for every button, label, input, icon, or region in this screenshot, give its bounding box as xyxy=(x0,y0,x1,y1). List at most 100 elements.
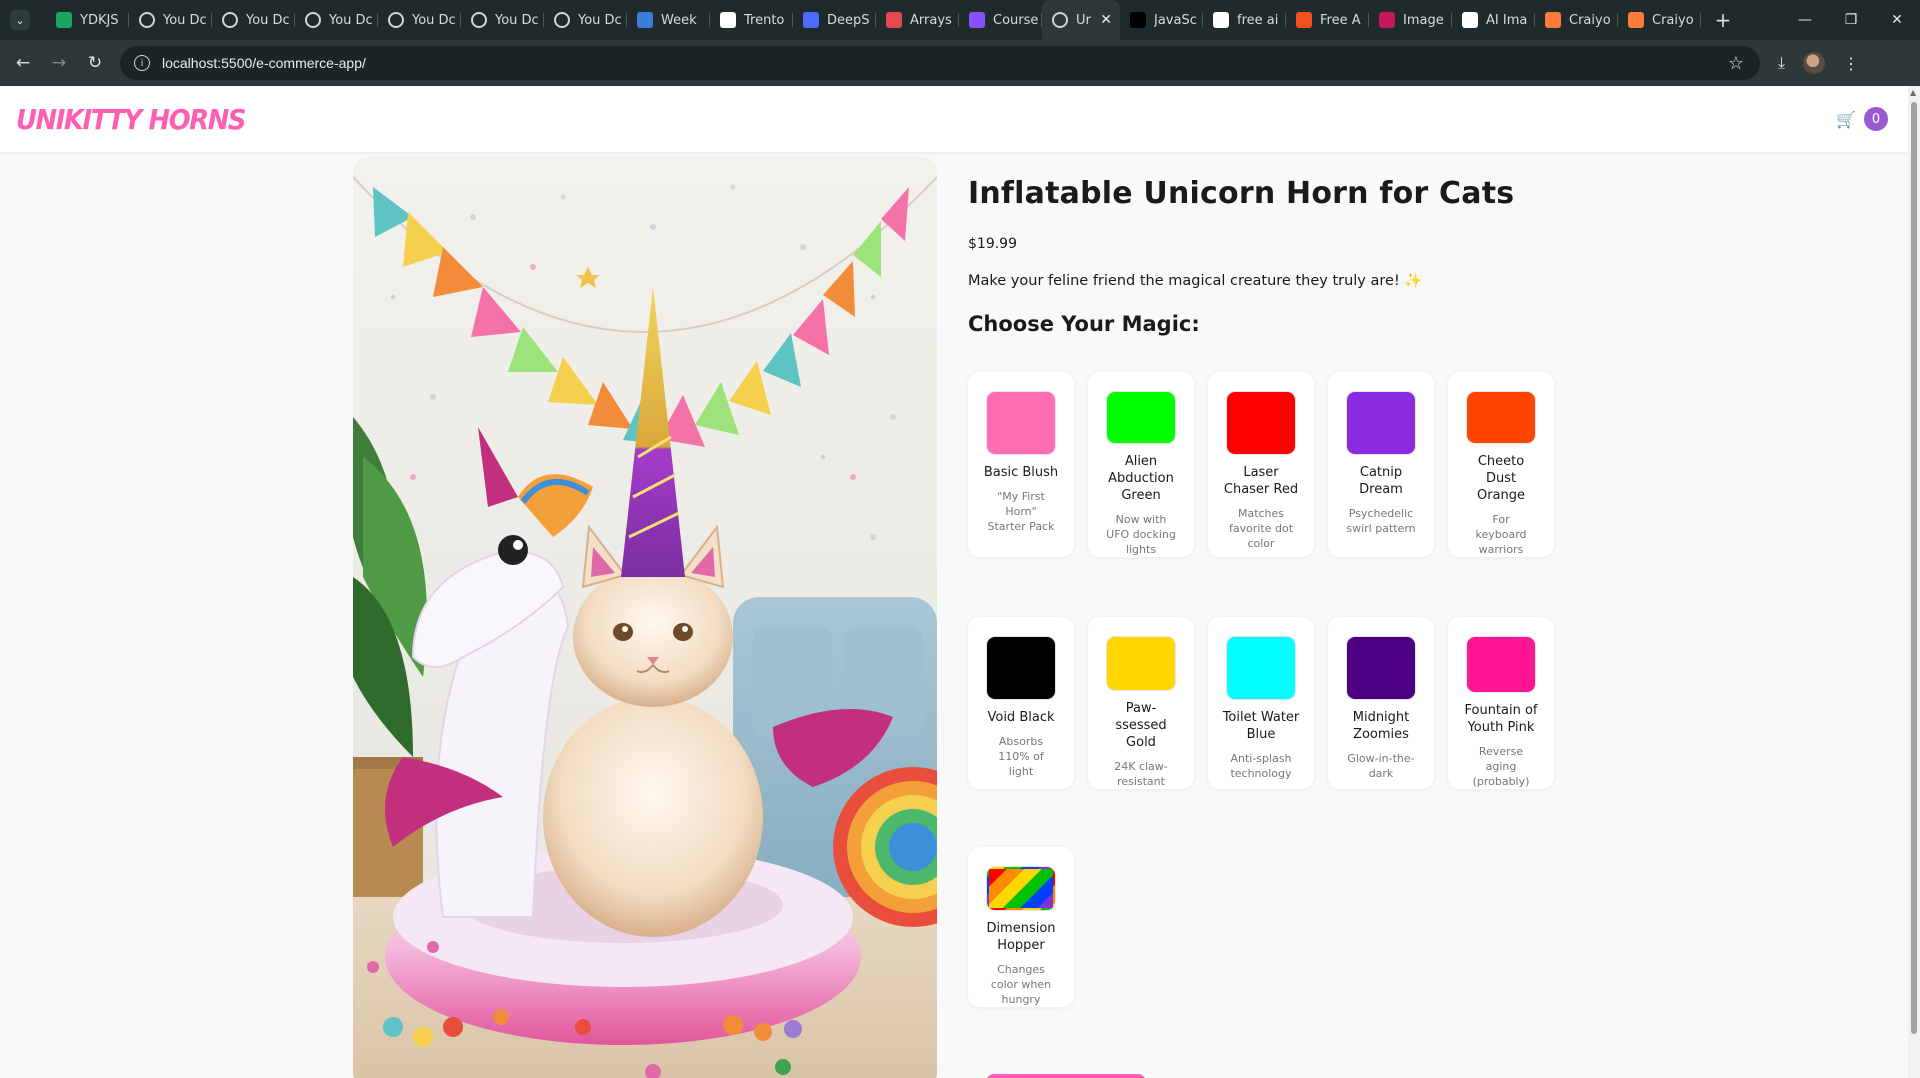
globe-icon xyxy=(388,12,404,28)
google-icon xyxy=(1213,12,1229,28)
openai-icon xyxy=(1462,12,1478,28)
bookmark-star-icon[interactable]: ☆ xyxy=(1728,53,1744,74)
browser-tab[interactable]: You Dc xyxy=(129,0,212,40)
browser-tab[interactable]: Course xyxy=(959,0,1042,40)
image-icon xyxy=(637,12,653,28)
url-text[interactable]: localhost:5500/e-commerce-app/ xyxy=(162,55,366,71)
browser-tab-label: You Dc xyxy=(163,12,207,28)
color-swatch[interactable] xyxy=(1227,637,1295,699)
browser-tab[interactable]: You Dc xyxy=(544,0,627,40)
color-swatch[interactable] xyxy=(1107,392,1175,443)
browser-tab-label: Week xyxy=(661,12,697,28)
color-option-card[interactable]: Toilet Water Blue Anti-splash technology xyxy=(1208,617,1314,789)
browser-tab[interactable]: DeepS xyxy=(793,0,876,40)
color-swatch[interactable] xyxy=(1107,637,1175,690)
color-option-card[interactable]: Midnight Zoomies Glow-in-the-dark xyxy=(1328,617,1434,789)
tab-search-chevron-icon[interactable]: ⌄ xyxy=(10,10,30,30)
browser-tab[interactable]: Ur ✕ xyxy=(1042,0,1120,40)
color-swatch[interactable] xyxy=(987,392,1055,454)
browser-tab[interactable]: Craiyo xyxy=(1618,0,1701,40)
color-swatch[interactable] xyxy=(1347,637,1415,699)
browser-tab[interactable]: Free A xyxy=(1286,0,1369,40)
browser-toolbar: ← → ↻ i localhost:5500/e-commerce-app/ ☆… xyxy=(0,40,1920,86)
address-bar[interactable]: i localhost:5500/e-commerce-app/ ☆ xyxy=(120,46,1760,80)
color-swatch[interactable] xyxy=(1227,392,1295,454)
new-tab-button[interactable]: + xyxy=(1713,8,1733,32)
color-option-description: Now with UFO docking lights xyxy=(1106,513,1176,556)
site-logo[interactable]: UNIKITTY HORNS xyxy=(16,103,246,136)
browser-tab[interactable]: Week xyxy=(627,0,710,40)
browser-tab[interactable]: Trento xyxy=(710,0,793,40)
github-icon xyxy=(720,12,736,28)
profile-avatar[interactable] xyxy=(1803,52,1826,74)
color-option-card[interactable]: Paw-ssessed Gold 24K claw-resistant xyxy=(1088,617,1194,789)
color-swatch[interactable] xyxy=(987,867,1055,910)
browser-tab-label: AI Ima xyxy=(1486,12,1528,28)
color-option-name: Laser Chaser Red xyxy=(1223,465,1299,497)
color-swatch[interactable] xyxy=(1347,392,1415,454)
browser-tab[interactable]: Arrays xyxy=(876,0,959,40)
color-swatch[interactable] xyxy=(1467,637,1535,692)
color-option-card[interactable]: Void Black Absorbs 110% of light xyxy=(968,617,1074,789)
globe-icon xyxy=(222,12,238,28)
browser-tab-label: You Dc xyxy=(578,12,622,28)
page-scrollbar[interactable]: ▲ xyxy=(1908,86,1920,1078)
forward-arrow-icon[interactable]: → xyxy=(42,46,76,80)
color-option-name: Fountain of Youth Pink xyxy=(1464,703,1538,735)
browser-tab[interactable]: JavaSc xyxy=(1120,0,1203,40)
product-image xyxy=(353,157,937,1078)
cart-icon[interactable]: 🛒 xyxy=(1836,110,1856,129)
color-swatch[interactable] xyxy=(1467,392,1535,443)
restore-icon[interactable]: ❐ xyxy=(1828,0,1874,40)
back-arrow-icon[interactable]: ← xyxy=(6,46,40,80)
tab-strip: YDKJS You Dc You Dc You Dc You Dc You Dc You D… xyxy=(46,0,1701,40)
globe-icon xyxy=(471,12,487,28)
browser-tab[interactable]: YDKJS xyxy=(46,0,129,40)
color-option-card[interactable]: Laser Chaser Red Matches favorite dot col… xyxy=(1208,372,1314,557)
browser-tab-label: YDKJS xyxy=(80,12,119,28)
browser-tab-label: You Dc xyxy=(495,12,539,28)
browser-tab-label: free ai xyxy=(1237,12,1279,28)
product-title: Inflatable Unicorn Horn for Cats xyxy=(968,176,1515,211)
color-option-card[interactable]: Catnip Dream Psychedelic swirl pattern xyxy=(1328,372,1434,557)
more-menu-icon[interactable]: ⋮ xyxy=(1843,54,1859,73)
minimize-icon[interactable]: — xyxy=(1782,0,1828,40)
scroll-up-arrow-icon[interactable]: ▲ xyxy=(1910,88,1916,97)
globe-icon xyxy=(305,12,321,28)
cart-button[interactable]: 🛒 0 xyxy=(1836,107,1888,131)
color-swatch[interactable] xyxy=(987,637,1055,699)
color-option-card[interactable]: Alien Abduction Green Now with UFO dockin… xyxy=(1088,372,1194,557)
site-header: UNIKITTY HORNS 🛒 0 xyxy=(0,86,1908,152)
browser-tab-label: Image xyxy=(1403,12,1444,28)
browser-tab[interactable]: You Dc xyxy=(212,0,295,40)
color-option-card[interactable]: Basic Blush "My First Horn" Starter Pack xyxy=(968,372,1074,557)
color-option-card[interactable]: Dimension Hopper Changes color when hungr… xyxy=(968,847,1074,1007)
color-option-card[interactable]: Cheeto Dust Orange For keyboard warriors xyxy=(1448,372,1554,557)
pencil-icon xyxy=(1545,12,1561,28)
add-to-cart-button[interactable] xyxy=(986,1074,1146,1078)
color-option-name: Toilet Water Blue xyxy=(1222,710,1300,742)
color-option-card[interactable]: Fountain of Youth Pink Reverse aging (pro… xyxy=(1448,617,1554,789)
browser-tab[interactable]: Craiyo xyxy=(1535,0,1618,40)
color-option-description: 24K claw-resistant xyxy=(1114,760,1168,788)
close-window-icon[interactable]: ✕ xyxy=(1874,0,1920,40)
download-icon[interactable]: ⤓ xyxy=(1778,53,1785,73)
color-option-description: Glow-in-the-dark xyxy=(1347,752,1415,780)
reload-icon[interactable]: ↻ xyxy=(78,46,112,80)
pencil-icon xyxy=(1628,12,1644,28)
browser-tab[interactable]: You Dc xyxy=(378,0,461,40)
product-price: $19.99 xyxy=(968,236,1017,252)
browser-tab[interactable]: You Dc xyxy=(461,0,544,40)
browser-tab[interactable]: AI Ima xyxy=(1452,0,1535,40)
product-description: Make your feline friend the magical crea… xyxy=(968,273,1423,289)
browser-tab[interactable]: free ai xyxy=(1203,0,1286,40)
color-option-description: For keyboard warriors xyxy=(1475,513,1527,556)
sheets-icon xyxy=(56,12,72,28)
course-icon xyxy=(969,12,985,28)
browser-tab[interactable]: You Dc xyxy=(295,0,378,40)
scrollbar-thumb[interactable] xyxy=(1911,102,1917,1034)
close-tab-icon[interactable]: ✕ xyxy=(1100,12,1112,28)
site-info-icon[interactable]: i xyxy=(134,55,150,71)
browser-tab-label: JavaSc xyxy=(1154,12,1197,28)
browser-tab[interactable]: Image xyxy=(1369,0,1452,40)
